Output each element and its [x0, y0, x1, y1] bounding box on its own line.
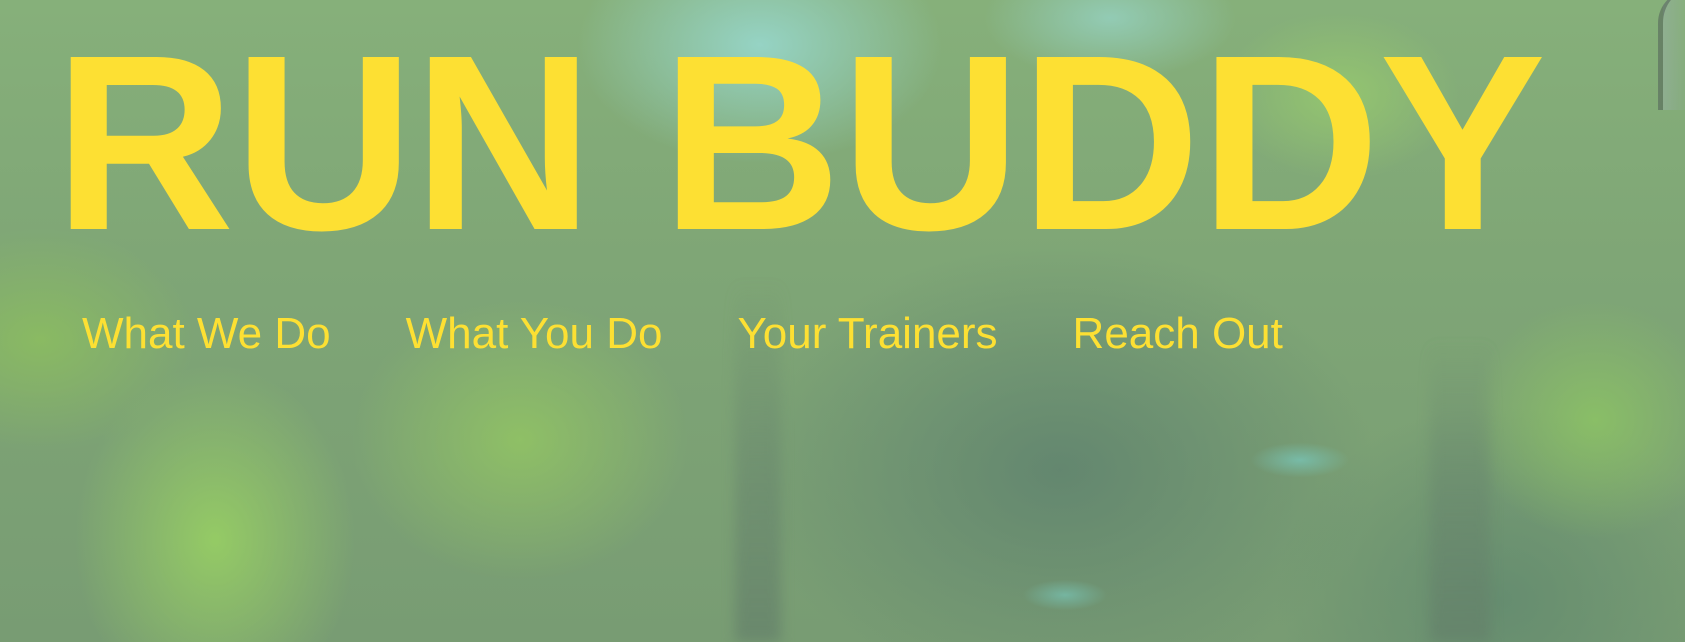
tree-trunk-blur: [1430, 342, 1490, 642]
nav-link-reach-out[interactable]: Reach Out: [1073, 306, 1283, 362]
nav-link-your-trainers[interactable]: Your Trainers: [737, 306, 997, 362]
main-nav: What We Do What You Do Your Trainers Rea…: [82, 306, 1283, 362]
site-title: RUN BUDDY: [54, 3, 1546, 282]
foreground-leaf: [1658, 0, 1685, 110]
nav-link-what-you-do[interactable]: What You Do: [406, 306, 663, 362]
nav-link-what-we-do[interactable]: What We Do: [82, 306, 331, 362]
